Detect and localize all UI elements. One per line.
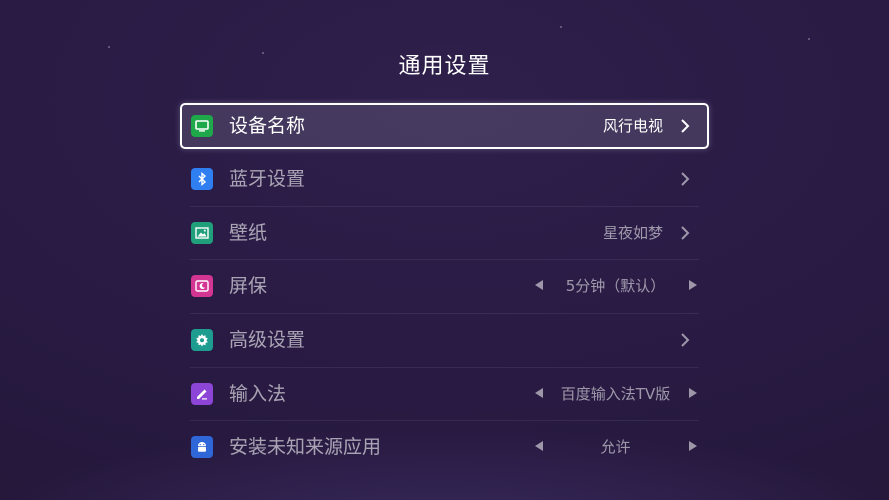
screensaver-icon [191,275,213,298]
arrow-right-icon[interactable] [689,280,697,291]
settings-menu: 设备名称 风行电视 蓝牙设置 壁纸 星夜如梦 屏保 5分钟（默认） 高级设置 输… [180,103,709,475]
menu-item-label: 设备名称 [229,115,306,137]
gear-icon [191,329,213,352]
menu-item-label: 壁纸 [229,221,268,244]
arrow-right-icon[interactable] [689,387,697,398]
star-dot [808,38,810,40]
menu-item-value: 允许 [600,438,631,457]
chevron-right-icon [681,119,690,133]
menu-item-value: 风行电视 [602,117,663,135]
menu-item-label: 蓝牙设置 [229,168,306,190]
chevron-right-icon [681,225,690,240]
menu-item-unknown-sources[interactable]: 安装未知来源应用 允许 [180,421,709,475]
menu-item-label: 安装未知来源应用 [229,436,382,459]
tv-icon [191,115,213,137]
menu-item-value: 5分钟（默认） [565,277,666,296]
menu-item-device-name[interactable]: 设备名称 风行电视 [180,103,709,149]
star-dot [560,26,562,28]
menu-item-wallpaper[interactable]: 壁纸 星夜如梦 [180,207,709,261]
menu-item-value: 百度输入法TV版 [560,384,671,403]
arrow-left-icon[interactable] [535,387,543,398]
page-title: 通用设置 [398,54,491,79]
menu-item-label: 高级设置 [229,329,306,352]
android-icon [191,436,213,459]
arrow-left-icon[interactable] [535,280,543,291]
bluetooth-icon [191,168,213,190]
menu-item-bluetooth[interactable]: 蓝牙设置 [180,153,709,207]
arrow-left-icon[interactable] [535,441,543,452]
menu-item-label: 屏保 [229,275,268,298]
arrow-right-icon[interactable] [689,441,697,452]
menu-item-value: 星夜如梦 [602,223,663,242]
menu-item-label: 输入法 [229,382,287,405]
chevron-right-icon [681,172,690,186]
star-dot [108,46,110,48]
menu-item-screensaver[interactable]: 屏保 5分钟（默认） [180,260,709,315]
pen-icon [191,382,213,405]
image-icon [191,221,213,244]
menu-item-advanced-settings[interactable]: 高级设置 [180,314,709,368]
chevron-right-icon [681,333,690,347]
menu-item-input-method[interactable]: 输入法 百度输入法TV版 [180,368,709,422]
